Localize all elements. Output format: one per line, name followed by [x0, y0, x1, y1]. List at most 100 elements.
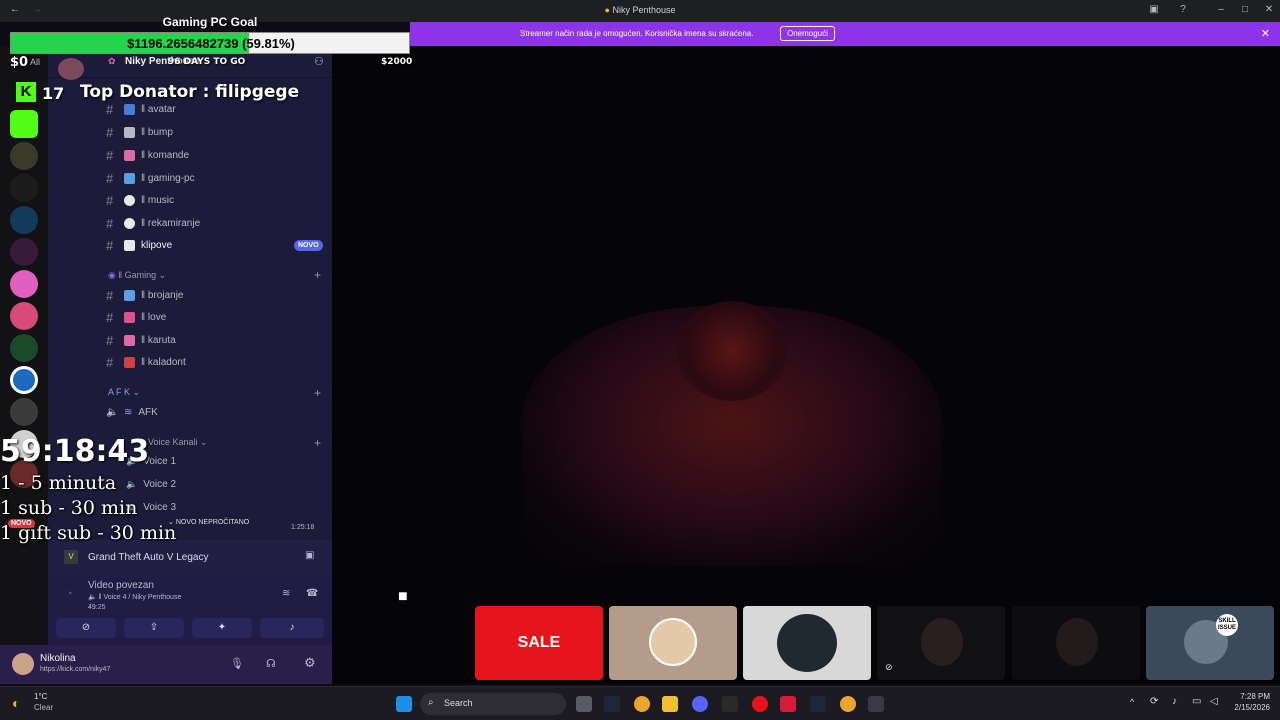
category-afk[interactable]: A F K ⌄ [108, 387, 140, 398]
steam-icon[interactable] [810, 696, 826, 712]
channel-bump[interactable]: # ǁ bump [106, 122, 173, 142]
channel-label: ǁ gaming-pc [141, 172, 195, 184]
chrome-icon[interactable] [634, 696, 650, 712]
server-icon[interactable] [10, 270, 38, 298]
maximize-icon[interactable]: □ [1238, 4, 1252, 18]
close-notice-icon[interactable]: ✕ [1261, 27, 1270, 40]
voice-channel-path[interactable]: 🔈 ǁ Voice 4 / Niky Penthouse [88, 593, 181, 601]
server-icon[interactable] [10, 334, 38, 362]
server-icon[interactable] [10, 174, 38, 202]
participant-avatar [921, 618, 963, 666]
user-status: https://kick.com/niky47 [40, 666, 111, 673]
noise-suppression-icon[interactable]: ≋ [282, 588, 290, 599]
participant-tile[interactable]: ⊘ [877, 606, 1005, 680]
close-window-icon[interactable]: ✕ [1262, 4, 1276, 18]
opera-icon[interactable] [752, 696, 768, 712]
channel-label: ǁ avatar [141, 103, 176, 115]
clock-date[interactable]: 2/15/2026 [1220, 703, 1270, 712]
settings-gear-icon[interactable]: ⚙ [304, 655, 316, 671]
server-icon[interactable] [10, 398, 38, 426]
channel-afk[interactable]: 🔈 ≋ AFK [106, 402, 158, 422]
activities-button[interactable]: ✦ [192, 618, 252, 638]
participant-tile[interactable]: SKILL ISSUE [1146, 606, 1274, 680]
add-channel-icon[interactable]: + [314, 386, 321, 400]
kick-count: 17 [42, 84, 65, 103]
file-explorer-icon[interactable] [662, 696, 678, 712]
game-title: Grand Theft Auto V Legacy [88, 552, 209, 563]
server-icon[interactable] [10, 238, 38, 266]
soundboard-button[interactable]: ♪ [260, 618, 324, 638]
rocket-icon: ✦ [217, 622, 227, 633]
channel-avatar[interactable]: # ǁ avatar [106, 99, 176, 119]
server-icon[interactable] [10, 302, 38, 330]
channel-karuta[interactable]: # ǁ karuta [106, 330, 176, 350]
microphone-icon[interactable]: ♪ [1172, 696, 1177, 707]
disable-streamer-mode-button[interactable]: Onemogući [780, 26, 835, 41]
add-channel-icon[interactable]: + [314, 436, 321, 450]
channel-gaming-pc[interactable]: # ǁ gaming-pc [106, 168, 195, 188]
screen-share-button[interactable]: ⇪ [124, 618, 184, 638]
windows-start-icon[interactable] [396, 696, 412, 712]
channel-brojanje[interactable]: # ǁ brojanje [106, 285, 184, 305]
microphone-icon[interactable]: 🎙 [230, 657, 244, 670]
hash-icon: # [106, 237, 114, 253]
channel-music[interactable]: # ǁ music [106, 190, 174, 210]
participant-avatar [777, 614, 837, 672]
video-toggle-button[interactable]: ⊘ [56, 618, 116, 638]
task-view-icon[interactable] [576, 696, 592, 712]
server-icon[interactable] [10, 142, 38, 170]
avatar[interactable] [12, 653, 34, 675]
channel-klipove[interactable]: # klipove [106, 235, 172, 255]
volume-icon[interactable]: ◁ [1210, 696, 1218, 707]
voice-status: Video povezan [88, 580, 154, 591]
inbox-icon[interactable]: ▣ [1147, 4, 1161, 18]
channel-komande[interactable]: # ǁ komande [106, 145, 189, 165]
help-icon[interactable]: ? [1176, 4, 1190, 18]
adobe-icon[interactable] [780, 696, 796, 712]
participant-tile[interactable] [743, 606, 871, 680]
discord-icon[interactable] [692, 696, 708, 712]
search-box[interactable]: ⌕ Search [420, 693, 566, 715]
skill-issue-sticker: SKILL ISSUE [1216, 614, 1238, 636]
display-icon[interactable]: ▭ [1192, 696, 1201, 707]
subathon-timer: 59:18:43 [0, 434, 150, 469]
weather-icon[interactable]: ◐ [12, 695, 20, 711]
tile-label: SALE [517, 634, 561, 651]
channel-love[interactable]: # ǁ love [106, 307, 166, 327]
screen-share-icon[interactable]: ▣ [305, 550, 314, 561]
signal-icon: ◔ [66, 588, 73, 600]
participant-tile[interactable]: SALE [475, 606, 603, 680]
all-servers-label[interactable]: All [30, 57, 40, 67]
video-stage[interactable]: ■ SALE ⊘ SKILL ISSUE [332, 46, 1280, 684]
hash-icon: # [106, 215, 114, 231]
headphones-icon[interactable]: ☊ [266, 657, 276, 670]
channel-kaladont[interactable]: # ǁ kaladont [106, 352, 186, 372]
epic-games-icon[interactable] [722, 696, 738, 712]
server-icon[interactable] [10, 206, 38, 234]
user-name: Nikolina [40, 653, 76, 664]
chrome-icon[interactable] [840, 696, 856, 712]
camera-icon[interactable]: ■ [398, 588, 408, 606]
sync-icon[interactable]: ⟳ [1150, 696, 1158, 707]
chevron-up-icon[interactable]: ^ [1130, 697, 1134, 707]
steam-icon[interactable] [604, 696, 620, 712]
voice-channel-2[interactable]: 🔈 Voice 2 [126, 474, 176, 494]
add-channel-icon[interactable]: + [314, 268, 321, 282]
hash-icon: # [106, 309, 114, 325]
server-kick-icon[interactable] [10, 110, 38, 138]
gamepad-icon: ◉ [108, 270, 116, 280]
activity-panel[interactable]: V Grand Theft Auto V Legacy ▣ [48, 540, 332, 576]
participant-tile[interactable] [1012, 606, 1140, 680]
category-gaming[interactable]: ◉ ǁ Gaming ⌄ [108, 270, 166, 281]
minimize-icon[interactable]: – [1214, 4, 1228, 18]
afk-prefix-icon: ≋ [124, 406, 133, 418]
participant-avatar [1056, 618, 1098, 666]
obs-icon[interactable] [868, 696, 884, 712]
invite-people-icon[interactable]: ⚇ [314, 55, 324, 68]
unread-indicator[interactable]: ⌄ NOVO NEPROČITANO [168, 518, 249, 526]
disconnect-icon[interactable]: ☎ [306, 588, 318, 599]
clock-time[interactable]: 7:28 PM [1226, 692, 1270, 701]
channel-rekamiranje[interactable]: # ǁ rekamiranje [106, 213, 200, 233]
server-bmw-icon[interactable] [10, 366, 38, 394]
participant-tile[interactable] [609, 606, 737, 680]
